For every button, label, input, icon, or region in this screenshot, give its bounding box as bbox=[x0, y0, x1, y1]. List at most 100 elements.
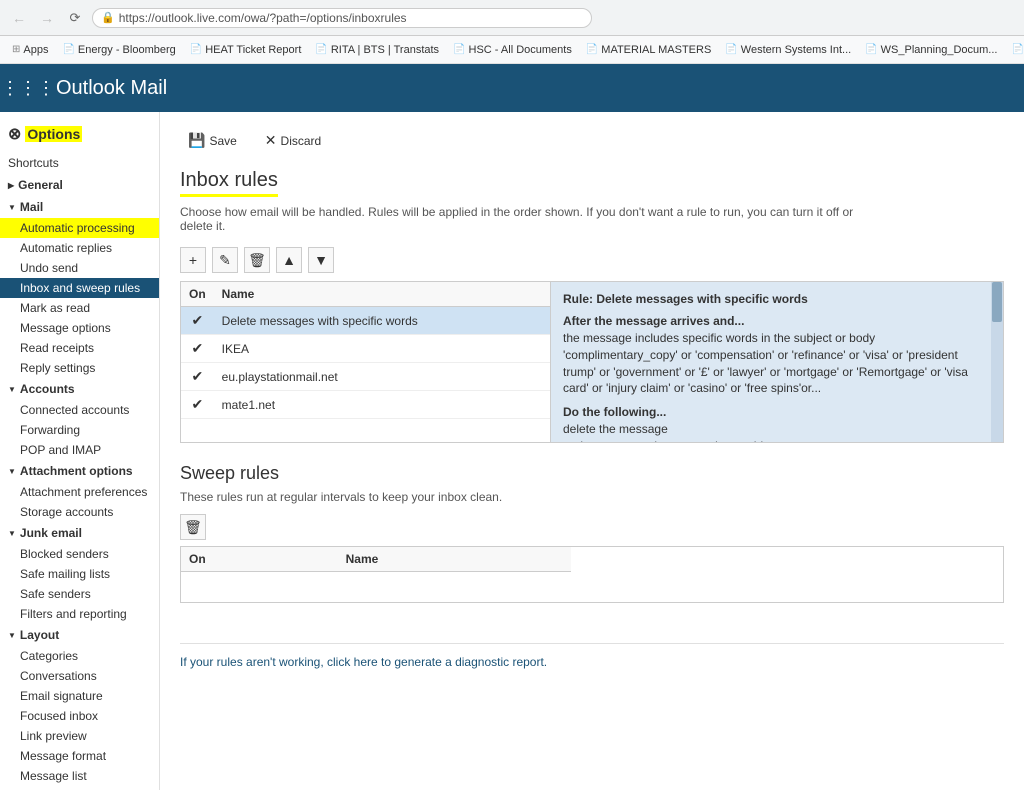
rule-checkbox-cell[interactable]: ✔ bbox=[181, 363, 214, 391]
table-row[interactable]: ✔ IKEA bbox=[181, 335, 550, 363]
sidebar-item-link-preview[interactable]: Link preview bbox=[0, 726, 159, 746]
sidebar-item-automatic-replies[interactable]: Automatic replies bbox=[0, 238, 159, 258]
bookmark-heat[interactable]: 📄 HEAT Ticket Report bbox=[184, 42, 308, 58]
sidebar-item-connected-accounts[interactable]: Connected accounts bbox=[0, 400, 159, 420]
bookmark-material1[interactable]: 📄 MATERIAL MASTERS bbox=[580, 42, 717, 58]
bookmark-label: Energy - Bloomberg bbox=[78, 44, 176, 56]
sidebar-group-junk-email[interactable]: ▼ Junk email bbox=[0, 522, 159, 544]
address-bar[interactable]: 🔒 https://outlook.live.com/owa/?path=/op… bbox=[92, 8, 592, 28]
bookmark-material2[interactable]: 📄 MATERIAL MASTERS bbox=[1005, 42, 1024, 58]
sidebar-shortcuts[interactable]: Shortcuts bbox=[0, 152, 159, 174]
sidebar-item-blocked-senders[interactable]: Blocked senders bbox=[0, 544, 159, 564]
sidebar-item-mark-as-read[interactable]: Mark as read bbox=[0, 298, 159, 318]
checkmark-icon: ✔ bbox=[191, 368, 203, 384]
delete-rule-button[interactable]: 🗑 bbox=[244, 247, 270, 273]
waffle-button[interactable]: ⋮⋮⋮ bbox=[12, 72, 44, 104]
sweep-table-container: On Name bbox=[180, 546, 1004, 603]
delete-sweep-button[interactable]: 🗑 bbox=[180, 514, 206, 540]
sidebar-item-email-signature[interactable]: Email signature bbox=[0, 686, 159, 706]
collapse-icon[interactable]: ⊗ bbox=[8, 124, 21, 144]
sweep-empty-row bbox=[181, 572, 571, 602]
bookmark-label: Apps bbox=[23, 44, 48, 56]
sidebar-item-focused-inbox[interactable]: Focused inbox bbox=[0, 706, 159, 726]
bookmark-rita[interactable]: 📄 RITA | BTS | Transtats bbox=[309, 42, 445, 58]
bookmark-ws[interactable]: 📄 WS_Planning_Docum... bbox=[859, 42, 1003, 58]
table-row[interactable]: ✔ mate1.net bbox=[181, 391, 550, 419]
options-header: ⊗ Options bbox=[0, 120, 159, 152]
group-label: General bbox=[18, 178, 63, 192]
sidebar: ⊗ Options Shortcuts ▶ General ▼ Mail Aut… bbox=[0, 112, 160, 790]
sidebar-group-mail[interactable]: ▼ Mail bbox=[0, 196, 159, 218]
sidebar-group-general[interactable]: ▶ General bbox=[0, 174, 159, 196]
bookmark-hsc[interactable]: 📄 HSC - All Documents bbox=[447, 42, 578, 58]
sidebar-item-safe-mailing-lists[interactable]: Safe mailing lists bbox=[0, 564, 159, 584]
after-header: After the message arrives and... bbox=[563, 314, 991, 328]
sidebar-item-message-format[interactable]: Message format bbox=[0, 746, 159, 766]
discard-label: Discard bbox=[281, 134, 322, 148]
reload-button[interactable]: ⟳ bbox=[64, 7, 86, 29]
app-title: Outlook Mail bbox=[56, 77, 167, 100]
sidebar-item-reply-settings[interactable]: Reply settings bbox=[0, 358, 159, 378]
sidebar-item-pop-imap[interactable]: POP and IMAP bbox=[0, 440, 159, 460]
add-rule-button[interactable]: + bbox=[180, 247, 206, 273]
sidebar-item-forwarding[interactable]: Forwarding bbox=[0, 420, 159, 440]
sidebar-group-layout[interactable]: ▼ Layout bbox=[0, 624, 159, 646]
sidebar-item-storage-accounts[interactable]: Storage accounts bbox=[0, 502, 159, 522]
table-row[interactable]: ✔ eu.playstationmail.net bbox=[181, 363, 550, 391]
sidebar-item-read-receipts[interactable]: Read receipts bbox=[0, 338, 159, 358]
bookmark-apps[interactable]: ⊞ Apps bbox=[6, 42, 54, 58]
sidebar-item-inbox-sweep-rules[interactable]: Inbox and sweep rules bbox=[0, 278, 159, 298]
discard-button[interactable]: ✕ Discard bbox=[257, 128, 329, 153]
sidebar-item-quick-actions[interactable]: Quick actions bbox=[0, 786, 159, 790]
sidebar-item-automatic-processing[interactable]: Automatic processing bbox=[0, 218, 159, 238]
bookmark-western[interactable]: 📄 Western Systems Int... bbox=[719, 42, 857, 58]
sidebar-item-conversations[interactable]: Conversations bbox=[0, 666, 159, 686]
expand-icon: ▼ bbox=[8, 203, 16, 212]
do-text: delete the messageand stop processing mo… bbox=[563, 421, 991, 442]
group-label: Junk email bbox=[20, 526, 82, 540]
expand-icon: ▼ bbox=[8, 631, 16, 640]
rule-checkbox-cell[interactable]: ✔ bbox=[181, 307, 214, 335]
lock-icon: 🔒 bbox=[101, 11, 115, 24]
table-row[interactable]: ✔ Delete messages with specific words bbox=[181, 307, 550, 335]
scrollbar[interactable] bbox=[991, 282, 1003, 442]
bookmark-energy[interactable]: 📄 Energy - Bloomberg bbox=[56, 42, 181, 58]
checkmark-icon: ✔ bbox=[191, 340, 203, 356]
back-button[interactable]: ← bbox=[8, 7, 30, 29]
sidebar-group-attachment-options[interactable]: ▼ Attachment options bbox=[0, 460, 159, 482]
page-icon: 📄 bbox=[62, 44, 74, 55]
rule-name-cell: eu.playstationmail.net bbox=[214, 363, 550, 391]
forward-button[interactable]: → bbox=[36, 7, 58, 29]
rule-checkbox-cell[interactable]: ✔ bbox=[181, 391, 214, 419]
bookmark-label: Western Systems Int... bbox=[741, 44, 851, 56]
action-toolbar: + ✎ 🗑 ▲ ▼ bbox=[180, 247, 1004, 273]
sidebar-item-message-list[interactable]: Message list bbox=[0, 766, 159, 786]
sidebar-item-message-options[interactable]: Message options bbox=[0, 318, 159, 338]
edit-rule-button[interactable]: ✎ bbox=[212, 247, 238, 273]
rules-table: On Name ✔ Delete messages with specific … bbox=[181, 282, 550, 419]
move-down-button[interactable]: ▼ bbox=[308, 247, 334, 273]
rule-detail-title: Rule: Delete messages with specific word… bbox=[563, 292, 991, 306]
sidebar-item-attachment-preferences[interactable]: Attachment preferences bbox=[0, 482, 159, 502]
checkmark-icon: ✔ bbox=[191, 396, 203, 412]
sidebar-item-safe-senders[interactable]: Safe senders bbox=[0, 584, 159, 604]
page-title: Inbox rules bbox=[180, 169, 278, 197]
save-label: Save bbox=[209, 134, 236, 148]
rule-checkbox-cell[interactable]: ✔ bbox=[181, 335, 214, 363]
group-label: Mail bbox=[20, 200, 43, 214]
save-button[interactable]: 💾 Save bbox=[180, 128, 245, 153]
page-icon: 📄 bbox=[190, 44, 202, 55]
bookmarks-bar: ⊞ Apps 📄 Energy - Bloomberg 📄 HEAT Ticke… bbox=[0, 36, 1024, 64]
rule-name-cell: mate1.net bbox=[214, 391, 550, 419]
sidebar-item-filters-reporting[interactable]: Filters and reporting bbox=[0, 604, 159, 624]
rules-container: On Name ✔ Delete messages with specific … bbox=[180, 281, 1004, 443]
diagnostic-link[interactable]: If your rules aren't working, click here… bbox=[180, 655, 547, 669]
sidebar-item-undo-send[interactable]: Undo send bbox=[0, 258, 159, 278]
sidebar-item-categories[interactable]: Categories bbox=[0, 646, 159, 666]
expand-icon: ▶ bbox=[8, 181, 14, 190]
sweep-table: On Name bbox=[181, 547, 571, 602]
rule-detail-after: After the message arrives and... the mes… bbox=[563, 314, 991, 397]
move-up-button[interactable]: ▲ bbox=[276, 247, 302, 273]
sidebar-group-accounts[interactable]: ▼ Accounts bbox=[0, 378, 159, 400]
rule-name-cell: Delete messages with specific words bbox=[214, 307, 550, 335]
